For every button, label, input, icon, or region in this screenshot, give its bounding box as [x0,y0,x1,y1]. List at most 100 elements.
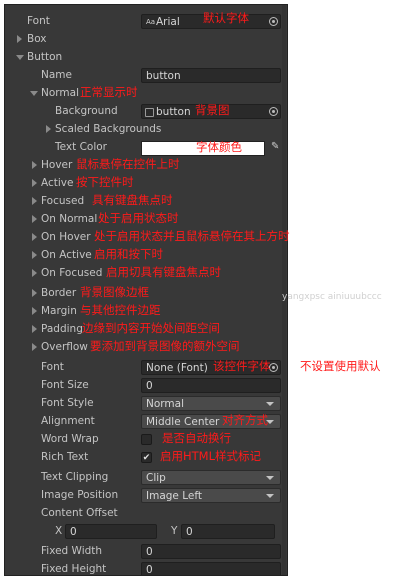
active-row[interactable]: Active [5,175,287,193]
border-label: Border [41,287,77,299]
fixed-height-label: Fixed Height [41,563,107,575]
object-picker-icon[interactable] [269,17,278,26]
annotation-margin: 与其他控件边距 [80,303,161,317]
annotation-word-wrap: 是否自动换行 [162,431,231,445]
scrollbar[interactable] [282,5,286,575]
annotation-background: 背景图 [195,103,230,117]
annotation-on-active: 启用和按下时 [94,247,163,261]
expand-arrow-icon[interactable] [32,179,37,187]
expand-arrow-icon[interactable] [32,215,37,223]
overflow-label: Overflow [41,341,88,353]
word-wrap-label: Word Wrap [41,433,99,445]
offset-x-label: X [55,525,63,537]
text-clipping-value: Clip [146,472,166,484]
font-size-value: 0 [146,380,153,392]
offset-y-input[interactable]: 0 [181,524,275,539]
annotation-font-default: 不设置使用默认 [300,359,381,373]
button-label: Button [27,51,63,63]
content-offset-label: Content Offset [41,507,118,519]
annotation-active: 按下控件时 [76,175,134,189]
background-value: button [156,106,191,118]
expand-arrow-icon[interactable] [32,197,37,205]
on-active-label: On Active [41,249,92,261]
box-row[interactable]: Box [5,31,287,49]
font-style-row: Font Style Normal [5,395,287,413]
offset-x-value: 0 [70,526,77,538]
collapse-arrow-icon[interactable] [30,91,38,96]
font-asset-label: Font [41,361,64,373]
expand-arrow-icon[interactable] [46,125,51,133]
annotation-font: 默认字体 [203,11,249,25]
offset-x-input[interactable]: 0 [65,524,157,539]
annotation-text-color: 字体颜色 [196,140,242,154]
font-style-dropdown[interactable]: Normal [141,396,281,411]
font-size-input[interactable]: 0 [141,378,281,393]
font-field-value: Arial [156,16,180,28]
on-normal-label: On Normal [41,213,98,225]
annotation-on-hover: 处于启用状态并且鼠标悬停在其上方时 [94,229,290,243]
rich-text-checkbox[interactable]: ✔ [141,452,152,463]
normal-row[interactable]: Normal [5,85,287,103]
dropdown-caret-icon [266,476,274,480]
offset-y-label: Y [171,525,178,537]
expand-arrow-icon[interactable] [32,325,37,333]
name-input[interactable]: button [141,68,281,83]
on-focused-label: On Focused [41,267,103,279]
expand-arrow-icon[interactable] [32,269,37,277]
scaled-backgrounds-label: Scaled Backgrounds [55,123,162,135]
expand-arrow-icon[interactable] [32,307,37,315]
expand-arrow-icon[interactable] [32,233,37,241]
annotation-border: 背景图像边框 [80,285,149,299]
annotation-on-normal: 处于启用状态时 [98,211,179,225]
annotation-on-focused: 启用切具有键盘焦点时 [106,265,221,279]
active-label: Active [41,177,74,189]
font-style-label: Font Style [41,397,94,409]
annotation-hover: 鼠标悬停在控件上时 [76,157,180,171]
word-wrap-checkbox[interactable] [141,434,152,445]
on-hover-label: On Hover [41,231,91,243]
margin-label: Margin [41,305,77,317]
annotation-padding: 边缘到内容开始处间距空间 [82,321,220,335]
name-row: Name button [5,67,287,85]
fixed-width-input[interactable]: 0 [141,544,281,559]
font-asset-value: None (Font) [146,362,208,374]
scaled-backgrounds-row[interactable]: Scaled Backgrounds [5,121,287,139]
offset-y-value: 0 [186,526,193,538]
focused-label: Focused [41,195,85,207]
button-row[interactable]: Button [5,49,287,67]
collapse-arrow-icon[interactable] [16,55,24,60]
eyedropper-icon[interactable]: ✎ [271,142,281,152]
annotation-rich-text: 启用HTML样式标记 [160,449,262,463]
annotation-normal: 正常显示时 [80,85,138,99]
annotation-overflow: 要添加到背景图像的额外空间 [90,339,240,353]
texture-icon [145,108,154,117]
font-size-label: Font Size [41,379,89,391]
expand-arrow-icon[interactable] [32,289,37,297]
content-offset-xy-row: X 0 Y 0 [5,523,287,541]
text-color-label: Text Color [55,141,107,153]
image-position-row: Image Position Image Left [5,487,287,505]
name-label: Name [41,69,72,81]
dropdown-caret-icon [266,494,274,498]
rich-text-label: Rich Text [41,451,89,463]
fixed-height-input[interactable]: 0 [141,562,281,575]
expand-arrow-icon[interactable] [32,343,37,351]
expand-arrow-icon[interactable] [32,161,37,169]
object-picker-icon[interactable] [269,107,278,116]
annotation-font-asset: 该控件字体 [213,359,271,373]
padding-label: Padding [41,323,83,335]
text-color-row: Text Color ✎ [5,139,287,157]
text-clipping-dropdown[interactable]: Clip [141,470,281,485]
font-size-row: Font Size 0 [5,377,287,395]
alignment-label: Alignment [41,415,95,427]
image-position-dropdown[interactable]: Image Left [141,488,281,503]
fixed-width-label: Fixed Width [41,545,103,557]
alignment-value: Middle Center [146,416,220,428]
expand-arrow-icon[interactable] [17,35,22,43]
expand-arrow-icon[interactable] [32,251,37,259]
text-clipping-row: Text Clipping Clip [5,469,287,487]
content-offset-row: Content Offset [5,505,287,523]
normal-label: Normal [41,87,79,99]
hover-label: Hover [41,159,73,171]
background-label: Background [55,105,118,117]
